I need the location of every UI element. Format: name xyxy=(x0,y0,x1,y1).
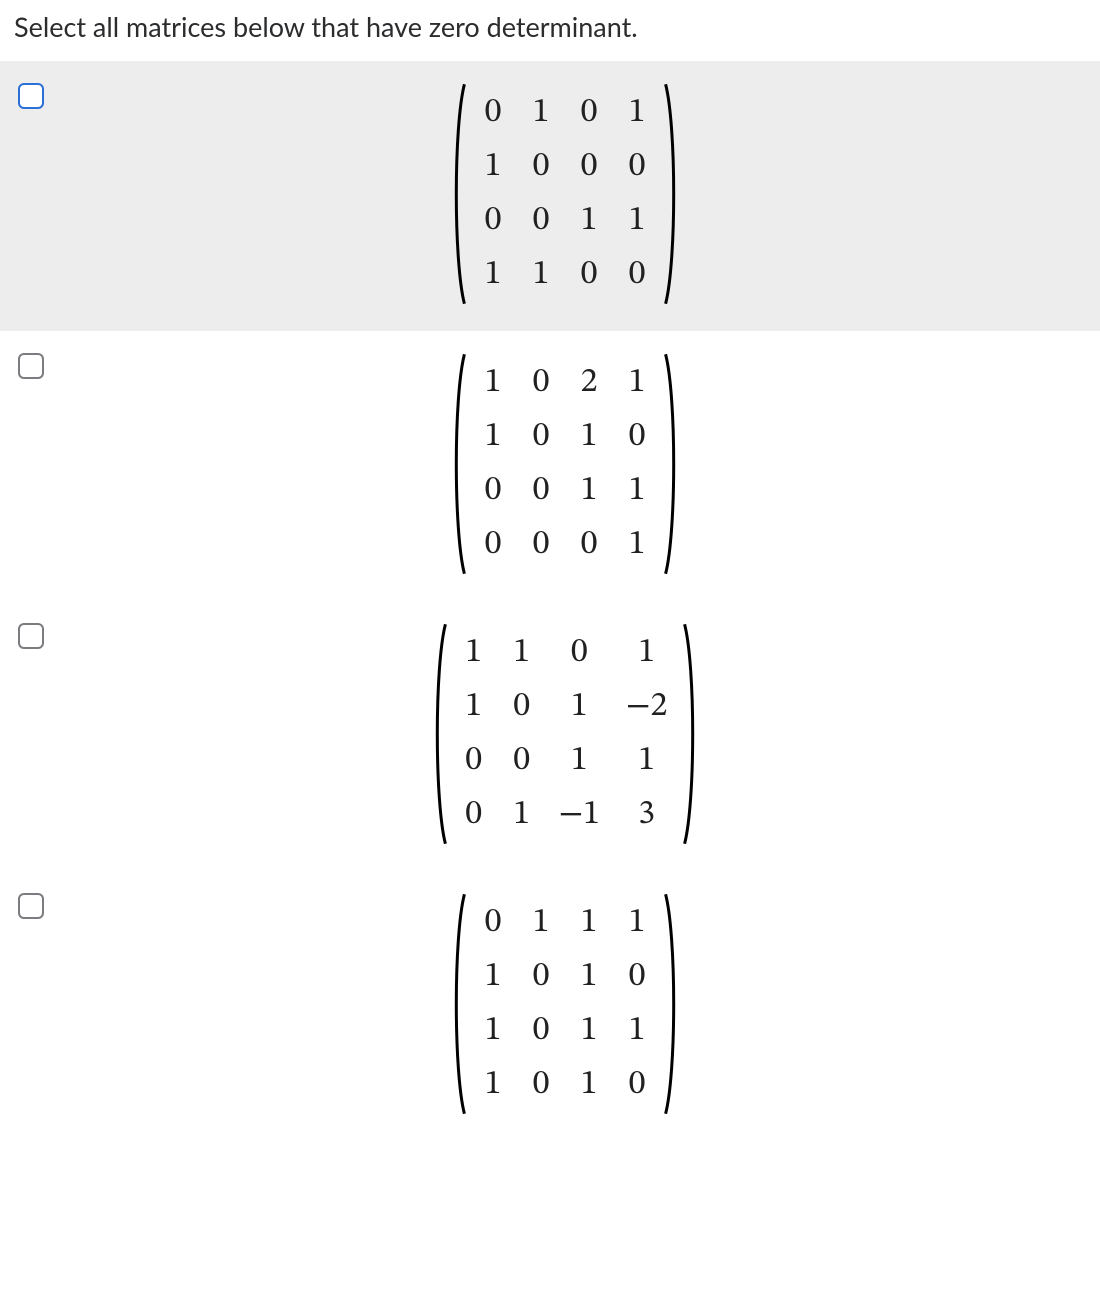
matrix-cell: 0 xyxy=(463,744,485,778)
matrix-cell: 0 xyxy=(530,1014,552,1048)
matrix-cell: 0 xyxy=(568,636,590,670)
matrix-cell: 1 xyxy=(578,906,600,940)
matrix-cell: 1 xyxy=(482,1014,504,1048)
matrix-cell: 0 xyxy=(482,96,504,130)
matrix-cell: 0 xyxy=(578,150,600,184)
left-paren-icon xyxy=(431,622,449,846)
matrix-cell: 1 xyxy=(463,690,485,724)
right-paren-icon xyxy=(662,352,680,576)
matrix-grid: 1021101000110001 xyxy=(468,352,662,576)
matrix-cell: 0 xyxy=(482,528,504,562)
matrix-cell: 0 xyxy=(626,258,648,292)
matrix-cell: 1 xyxy=(626,1014,648,1048)
matrix-cell: 0 xyxy=(482,474,504,508)
matrix-cell: 1 xyxy=(511,798,533,832)
matrix-display-0: 0101100000111100 xyxy=(44,79,1086,309)
matrix-cell: −2 xyxy=(626,690,667,724)
matrix-cell: 1 xyxy=(482,150,504,184)
option-checkbox-1[interactable] xyxy=(18,353,44,379)
matrix-display-2: 1101101−2001101−13 xyxy=(44,619,1086,849)
matrix-cell: 0 xyxy=(511,690,533,724)
matrix-cell: 1 xyxy=(578,474,600,508)
option-row-1: 1021101000110001 xyxy=(0,331,1100,601)
matrix-cell: 0 xyxy=(463,798,485,832)
matrix-cell: 0 xyxy=(530,366,552,400)
matrix-cell: 1 xyxy=(482,1068,504,1102)
option-row-0: 0101100000111100 xyxy=(0,61,1100,331)
matrix-cell: 0 xyxy=(626,150,648,184)
matrix-grid: 0101100000111100 xyxy=(468,82,662,306)
matrix-cell: 1 xyxy=(626,906,648,940)
matrix-cell: 0 xyxy=(530,150,552,184)
matrix-cell: 1 xyxy=(578,1068,600,1102)
matrix-cell: 1 xyxy=(626,528,648,562)
left-paren-icon xyxy=(450,892,468,1116)
option-row-3: 0111101010111010 xyxy=(0,871,1100,1141)
matrix-cell: 1 xyxy=(482,258,504,292)
matrix-cell: 0 xyxy=(578,96,600,130)
matrix-cell: −1 xyxy=(559,798,600,832)
matrix-cell: 1 xyxy=(578,204,600,238)
matrix-display-1: 1021101000110001 xyxy=(44,349,1086,579)
option-checkbox-3[interactable] xyxy=(18,893,44,919)
matrix-cell: 0 xyxy=(578,258,600,292)
matrix-cell: 1 xyxy=(626,96,648,130)
right-paren-icon xyxy=(681,622,699,846)
left-paren-icon xyxy=(450,82,468,306)
matrix-cell: 1 xyxy=(530,258,552,292)
matrix-cell: 1 xyxy=(530,96,552,130)
matrix-cell: 0 xyxy=(482,906,504,940)
matrix-cell: 0 xyxy=(482,204,504,238)
option-row-2: 1101101−2001101−13 xyxy=(0,601,1100,871)
matrix-cell: 0 xyxy=(511,744,533,778)
matrix-cell: 1 xyxy=(511,636,533,670)
matrix-cell: 1 xyxy=(530,906,552,940)
matrix-cell: 0 xyxy=(530,960,552,994)
matrix-cell: 1 xyxy=(568,690,590,724)
question-prompt: Select all matrices below that have zero… xyxy=(0,0,1100,61)
matrix-cell: 0 xyxy=(626,960,648,994)
matrix-cell: 0 xyxy=(530,474,552,508)
matrix-cell: 1 xyxy=(482,366,504,400)
matrix-grid: 0111101010111010 xyxy=(468,892,662,1116)
matrix-cell: 0 xyxy=(626,420,648,454)
matrix-cell: 0 xyxy=(530,420,552,454)
matrix-cell: 0 xyxy=(626,1068,648,1102)
matrix-cell: 1 xyxy=(568,744,590,778)
left-paren-icon xyxy=(450,352,468,576)
matrix-cell: 1 xyxy=(636,636,658,670)
matrix-cell: 1 xyxy=(626,204,648,238)
matrix-cell: 0 xyxy=(530,528,552,562)
matrix-cell: 1 xyxy=(463,636,485,670)
matrix-cell: 3 xyxy=(636,798,658,832)
matrix-cell: 1 xyxy=(626,366,648,400)
matrix-cell: 1 xyxy=(482,960,504,994)
matrix-cell: 1 xyxy=(626,474,648,508)
matrix-cell: 0 xyxy=(530,204,552,238)
option-checkbox-0[interactable] xyxy=(18,83,44,109)
right-paren-icon xyxy=(662,892,680,1116)
matrix-cell: 0 xyxy=(578,528,600,562)
matrix-display-3: 0111101010111010 xyxy=(44,889,1086,1119)
options-container: 010110000011110010211010001100011101101−… xyxy=(0,61,1100,1141)
right-paren-icon xyxy=(662,82,680,306)
option-checkbox-2[interactable] xyxy=(18,623,44,649)
matrix-cell: 1 xyxy=(578,420,600,454)
matrix-cell: 0 xyxy=(530,1068,552,1102)
matrix-cell: 1 xyxy=(482,420,504,454)
matrix-cell: 1 xyxy=(578,960,600,994)
matrix-cell: 2 xyxy=(578,366,600,400)
matrix-cell: 1 xyxy=(578,1014,600,1048)
matrix-cell: 1 xyxy=(636,744,658,778)
matrix-grid: 1101101−2001101−13 xyxy=(449,622,682,846)
